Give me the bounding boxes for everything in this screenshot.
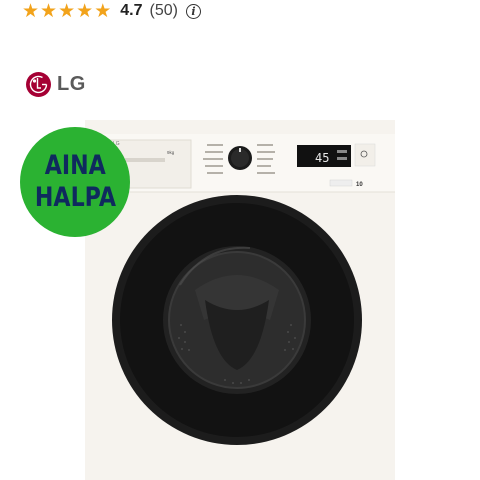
info-icon[interactable]: i: [185, 3, 201, 19]
star-icon: ★: [22, 0, 40, 22]
brand-logo[interactable]: LG: [26, 72, 86, 97]
badge-line-1: AINA: [44, 150, 106, 181]
star-icon: ★: [94, 0, 112, 22]
aina-halpa-badge: AINA HALPA: [20, 127, 130, 237]
star-icon: ★: [40, 0, 58, 22]
rating-stars: ★ ★ ★ ★ ★: [22, 2, 112, 21]
energy-label: 10: [356, 182, 363, 188]
capacity-label: 9kg: [167, 150, 175, 155]
lg-logo-icon: [26, 72, 51, 97]
display-time: 45: [315, 151, 329, 165]
product-rating[interactable]: ★ ★ ★ ★ ★ 4.7 (50) i: [22, 0, 201, 22]
review-count[interactable]: (50): [149, 2, 177, 20]
star-icon: ★: [76, 0, 94, 22]
star-icon: ★: [58, 0, 76, 22]
brand-name: LG: [57, 73, 86, 95]
badge-line-2: HALPA: [34, 182, 116, 213]
product-image[interactable]: 9kg LG 45 10: [85, 120, 395, 480]
rating-value: 4.7: [120, 2, 143, 19]
